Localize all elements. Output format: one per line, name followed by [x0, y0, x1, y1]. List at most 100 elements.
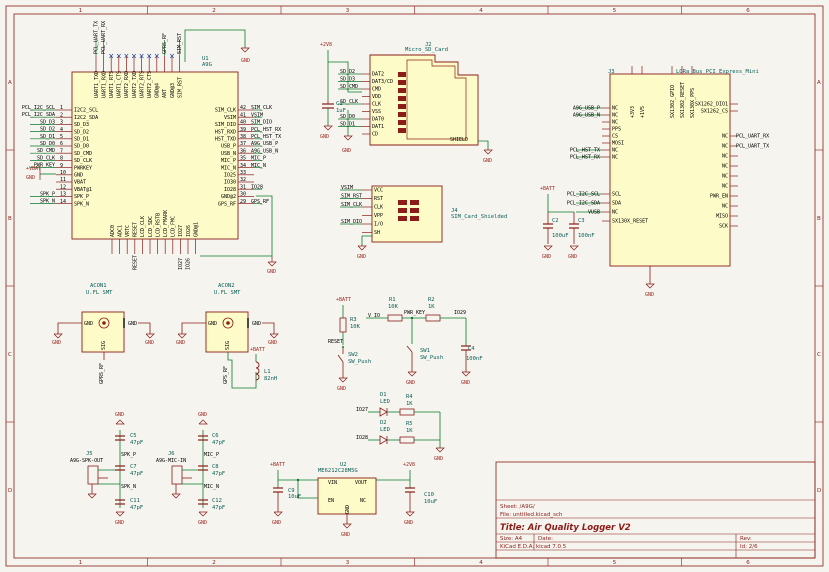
j2-net-label: SD_D2 — [340, 69, 355, 75]
u1-pin-name: UART2_CTS — [147, 71, 153, 98]
c1-capacitor[interactable]: +2V8 C1 1uF GND GND — [320, 42, 362, 154]
frame-col-label: 4 — [479, 560, 483, 566]
u1-net-label: SD_D2 — [40, 127, 55, 133]
j4-pin-name: RST — [374, 196, 383, 202]
gnd-label: GND — [461, 380, 470, 386]
u1-pin-number: 33 — [240, 170, 246, 176]
u1-pin-name: SD_D2 — [74, 129, 89, 135]
j3-net-label: PCL_HST_TX — [570, 148, 600, 154]
j6-value: A9G-MIC-IN — [156, 458, 186, 464]
u2-ldo-regulator[interactable]: U2 ME6212C28M5G VIN VOUT EN GND NC GND +… — [270, 462, 437, 538]
j6-mic-jack[interactable]: J6 A9G-MIC-IN MIC_P MIC_N C6 47pF C8 47p… — [156, 412, 225, 526]
c6-value: 47pF — [212, 440, 225, 446]
r5-ref: R5 — [406, 421, 413, 427]
c6-ref: C6 — [212, 433, 219, 439]
spkp-net-label: SPK_P — [121, 452, 136, 458]
vbat-label: +BATT — [336, 297, 351, 303]
u1-pin-number: 6 — [60, 141, 63, 147]
u1-net-label: SD_CMD — [37, 148, 55, 154]
u1-pin-number: 32 — [240, 177, 246, 183]
u1-pin-name: UART1_CTS — [117, 71, 123, 98]
j3-lora-mini-pcie[interactable]: J3 LORa_Bus_PCI_Express_Mini +3V3 +1V5 SX1… — [567, 66, 769, 298]
gnd-label: GND — [337, 386, 346, 392]
io29-net-label: IO29 — [454, 310, 466, 316]
acon1-value: U.FL SMT — [86, 290, 113, 296]
u1-pin-name: PWRKEY — [74, 165, 92, 171]
j5-value: A9G-SPK-OUT — [70, 458, 103, 464]
j2-net-label: SD_D1 — [340, 122, 355, 128]
u1-pin-name: GND@2 — [221, 194, 236, 200]
j3-pin-name: MOSI — [612, 141, 624, 147]
j5-speaker-jack[interactable]: J5 A9G-SPK-OUT SPK_P SPK_N C5 47pF C7 47… — [70, 412, 143, 526]
c12-value: 47pF — [212, 505, 225, 511]
j3-pin-name: PWR_EN — [710, 194, 728, 200]
pwrkey-net-label: PWR_KEY — [404, 310, 425, 316]
u1-pin-name: UART1_TXD — [94, 71, 100, 98]
r4-value: 1K — [406, 401, 413, 407]
j2-pin-name: VDD — [372, 94, 381, 100]
u1-net-label: SD_CLK — [37, 155, 55, 161]
j4-sim-card[interactable]: J4 SIM_Card_Shielded VCCVSIMRSTSIM_RSTCL… — [340, 185, 507, 260]
l1-inductor[interactable]: +BATT L1 82nH — [250, 347, 277, 382]
pwrkey-circuit[interactable]: V_IO R1 10K PWR_KEY R2 1K IO29 C4 100nF … — [366, 297, 483, 386]
j3-pin-name: MISO — [716, 214, 728, 220]
j3-net-label: PCL_UART_RX — [736, 134, 769, 140]
frame-row-label: D — [8, 488, 12, 494]
u1-net-label: PCL_I2C_SCL — [22, 105, 55, 111]
j3-pin-name: SCK — [719, 224, 728, 230]
vbat-label: +BATT — [250, 347, 265, 353]
u1-net-label: VSIM — [251, 112, 263, 118]
frame-row-label: C — [8, 352, 12, 358]
u1-pin-name: GPS_RF — [218, 201, 236, 207]
j2-pin-name: CD — [372, 132, 378, 138]
u1-pin-number: 11 — [60, 177, 66, 183]
u1-net-label: MIC_N — [251, 163, 266, 169]
sw1-value: SW_Push — [420, 355, 443, 361]
j2-pin-name: DAT0 — [372, 117, 384, 123]
acon1-ufl-connector[interactable]: ACON1 U.FL SMT GND GND GND GND SIG GPRS_… — [52, 283, 155, 384]
frame-col-label: 5 — [613, 8, 617, 14]
id-label: Id: 2/6 — [740, 544, 758, 550]
c11-value: 47pF — [130, 505, 143, 511]
j3-pin-name: NC — [612, 210, 618, 216]
u1-pin-name: HST_TXD — [215, 137, 236, 143]
date-label: Date: — [538, 536, 553, 542]
status-leds[interactable]: IO27 D1 LED R4 1K IO28 D2 LED R5 1K GND — [356, 392, 445, 462]
gnd-label: GND — [198, 520, 207, 526]
j3-pin-name: NC — [612, 148, 618, 154]
sw2-ref: SW2 — [348, 352, 358, 358]
acon1-net-label: GPRS_RF — [99, 363, 105, 384]
u1-pin-number: 12 — [60, 184, 66, 190]
u1-pin-name: UART2_RXD — [124, 71, 130, 98]
j3-pin-name: NC — [612, 155, 618, 161]
frame-col-label: 2 — [212, 8, 216, 14]
j4-net-label: SIM_RST — [341, 194, 362, 200]
j3-pin-name: NC — [612, 113, 618, 119]
frame-col-label: 3 — [346, 8, 350, 14]
reset-circuit[interactable]: +BATT R3 10K RESET SW2 SW_Push GND — [328, 297, 371, 392]
j4-pin-name: VPP — [374, 213, 383, 219]
j3-pin-name: NC — [612, 106, 618, 112]
j3-pin-name: NC — [722, 144, 728, 150]
j3-pin-name: SX1302_RESET — [680, 82, 686, 118]
j2-net-label: SD_D0 — [340, 114, 355, 120]
u1-pin-name: VBAT — [74, 180, 86, 186]
l1-value: 82nH — [264, 376, 277, 382]
d1-value: LED — [380, 399, 390, 405]
gnd-label: GND — [115, 520, 124, 526]
u1-pin-name: SPK_N — [74, 201, 89, 207]
c8-ref: C8 — [212, 464, 219, 470]
acon2-ufl-connector[interactable]: ACON2 U.FL SMT GND GND GND GND SIG GPS_R… — [176, 283, 279, 389]
j2-micro-sd-card[interactable]: J2 Micro_SD_Card DAT2SD_D2DAT3/CDSD_D3CM… — [338, 42, 493, 164]
r5-value: 1K — [406, 428, 413, 434]
j2-shield-label: SHIELD — [450, 137, 468, 143]
u1-pin-name: UART1_RTS — [109, 71, 115, 98]
j3-pin-name: NC — [722, 174, 728, 180]
u1-pin-number: 38 — [240, 134, 246, 140]
u1-pin-name: SPK_P — [74, 194, 89, 200]
u1-pin-number: 3 — [60, 120, 63, 126]
c4-value: 100nF — [466, 356, 483, 362]
j3-pin-name: SDA — [612, 201, 621, 207]
frame-col-label: 6 — [746, 560, 750, 566]
u1-pin-number: 8 — [60, 156, 63, 162]
